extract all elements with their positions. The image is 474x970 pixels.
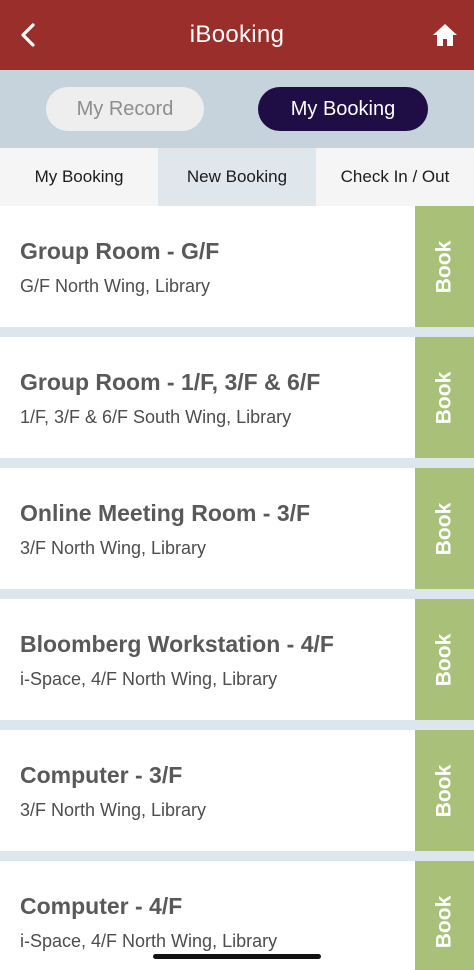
- home-indicator[interactable]: [153, 954, 321, 959]
- app-header: iBooking: [0, 0, 474, 70]
- my-record-segment[interactable]: My Record: [46, 87, 204, 131]
- room-location: i-Space, 4/F North Wing, Library: [20, 931, 278, 951]
- room-list: Group Room - G/F G/F North Wing, Library…: [0, 206, 474, 970]
- room-location: 3/F North Wing, Library: [20, 538, 207, 558]
- tab-my-booking[interactable]: My Booking: [0, 148, 158, 206]
- book-label: Book: [432, 764, 456, 817]
- room-name: Bloomberg Workstation - 4/F: [20, 631, 334, 657]
- book-button[interactable]: Book: [415, 337, 474, 458]
- room-name: Group Room - G/F: [20, 238, 220, 264]
- book-label: Book: [432, 895, 456, 948]
- my-booking-segment[interactable]: My Booking: [258, 87, 428, 131]
- room-item: Online Meeting Room - 3/F 3/F North Wing…: [0, 468, 474, 589]
- room-item: Group Room - 1/F, 3/F & 6/F 1/F, 3/F & 6…: [0, 337, 474, 458]
- book-button[interactable]: Book: [415, 468, 474, 589]
- room-location: G/F North Wing, Library: [20, 276, 211, 296]
- book-button[interactable]: Book: [415, 730, 474, 851]
- book-button[interactable]: Book: [415, 599, 474, 720]
- chevron-left-icon[interactable]: [14, 20, 44, 50]
- room-name: Group Room - 1/F, 3/F & 6/F: [20, 369, 321, 395]
- segment-control: My Record My Booking: [0, 70, 474, 148]
- room-item: Bloomberg Workstation - 4/F i-Space, 4/F…: [0, 599, 474, 720]
- book-button[interactable]: Book: [415, 861, 474, 970]
- tab-check-in-out[interactable]: Check In / Out: [316, 148, 474, 206]
- book-label: Book: [432, 502, 456, 555]
- book-button[interactable]: Book: [415, 206, 474, 327]
- room-item: Group Room - G/F G/F North Wing, Library…: [0, 206, 474, 327]
- book-label: Book: [432, 371, 456, 424]
- book-label: Book: [432, 240, 456, 293]
- room-location: 1/F, 3/F & 6/F South Wing, Library: [20, 407, 292, 427]
- room-location: 3/F North Wing, Library: [20, 800, 207, 820]
- room-name: Computer - 4/F: [20, 893, 183, 919]
- tab-new-booking[interactable]: New Booking: [158, 148, 316, 206]
- home-icon[interactable]: [432, 22, 458, 48]
- room-name: Computer - 3/F: [20, 762, 183, 788]
- room-location: i-Space, 4/F North Wing, Library: [20, 669, 278, 689]
- room-item: Computer - 3/F 3/F North Wing, Library B…: [0, 730, 474, 851]
- tab-bar: My Booking New Booking Check In / Out: [0, 148, 474, 206]
- room-name: Online Meeting Room - 3/F: [20, 500, 311, 526]
- book-label: Book: [432, 633, 456, 686]
- app-title: iBooking: [189, 21, 285, 48]
